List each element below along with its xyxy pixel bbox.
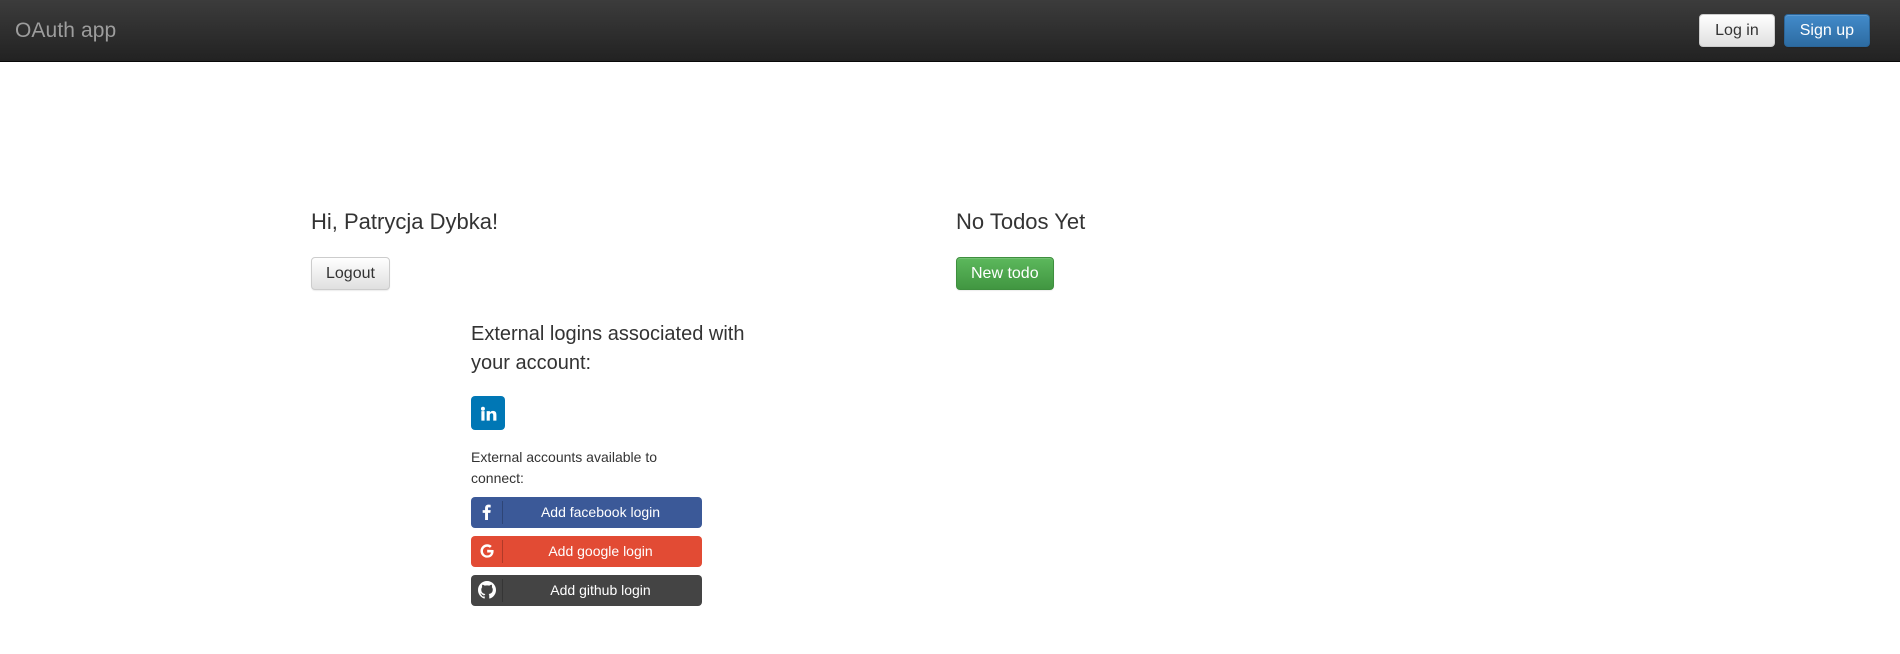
add-github-login-button[interactable]: Add github login: [471, 574, 702, 606]
linkedin-icon: [479, 404, 498, 423]
add-github-login-label: Add github login: [550, 582, 651, 599]
content-row: Hi, Patrycja Dybka! Logout External logi…: [311, 209, 1880, 606]
add-facebook-login-label: Add facebook login: [540, 504, 661, 521]
logout-row: Logout: [311, 257, 956, 291]
linked-accounts-list: [471, 396, 761, 431]
greeting-heading: Hi, Patrycja Dybka!: [311, 209, 499, 234]
main-container: Hi, Patrycja Dybka! Logout External logi…: [0, 62, 1900, 606]
log-in-button[interactable]: Log in: [1699, 14, 1775, 47]
todos-column: No Todos Yet New todo: [956, 209, 1601, 291]
external-accounts-available-label: External accounts available to connect:: [471, 449, 657, 486]
google-icon: [471, 536, 503, 567]
linkedin-account-chip[interactable]: [471, 396, 505, 431]
facebook-icon: [471, 497, 503, 528]
navbar-brand[interactable]: OAuth app: [0, 20, 131, 41]
add-google-login-button[interactable]: Add google login: [471, 535, 702, 567]
add-google-login-label: Add google login: [548, 543, 653, 560]
external-logins-panel: External logins associated with your acc…: [471, 320, 761, 606]
sign-up-button[interactable]: Sign up: [1783, 14, 1870, 47]
add-facebook-login-button[interactable]: Add facebook login: [471, 496, 702, 528]
new-todo-button[interactable]: New todo: [956, 257, 1054, 291]
account-column: Hi, Patrycja Dybka! Logout External logi…: [311, 209, 956, 606]
external-logins-title: External logins associated with your acc…: [471, 323, 745, 375]
navbar-actions: Log in Sign up: [1699, 14, 1878, 47]
github-icon: [471, 575, 503, 606]
add-login-buttons: Add facebook login Add google login Add …: [471, 496, 761, 606]
top-navbar: OAuth app Log in Sign up: [0, 0, 1900, 62]
todos-heading: No Todos Yet: [956, 209, 1086, 234]
logout-button[interactable]: Logout: [311, 257, 390, 291]
